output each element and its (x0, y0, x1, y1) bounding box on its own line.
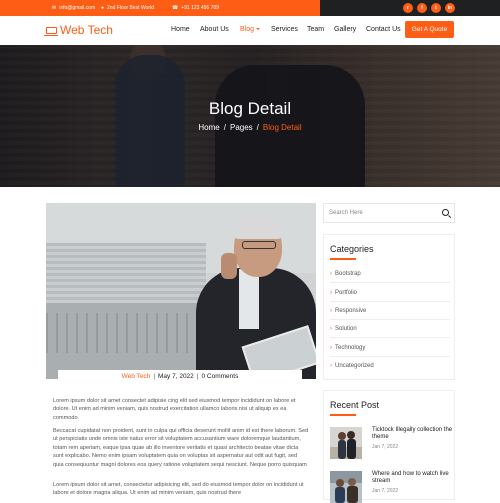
laptop-icon (44, 27, 58, 36)
recent-post-title[interactable]: Where and how to watch live stream (372, 471, 454, 485)
linkedin-icon[interactable]: in (445, 3, 455, 13)
address-text: 2nd Floor Best World (107, 5, 154, 11)
top-bar-address: ● 2nd Floor Best World (101, 0, 154, 16)
facebook-icon[interactable]: f (417, 3, 427, 13)
article-paragraph: Lorem ipsum dolor sit amet, consectetur … (53, 482, 304, 497)
chevron-right-icon: › (330, 326, 332, 332)
page-header-hero: Blog Detail Home / Pages / Blog Detail (0, 45, 500, 187)
recent-post-date: Jan 7, 2022 (372, 488, 399, 494)
get-a-quote-button[interactable]: Get A Quote (405, 21, 454, 38)
category-label: Solution (335, 326, 357, 332)
page-title: Blog Detail (208, 99, 292, 118)
phone-icon: ☎ (172, 5, 179, 11)
breadcrumb-current: Blog Detail (262, 123, 302, 132)
nav-item-gallery[interactable]: Gallery (334, 24, 356, 36)
nav-item-blog-label: Blog (240, 26, 255, 33)
chevron-right-icon: › (330, 290, 332, 296)
couple-photo-icon (330, 427, 362, 459)
category-item-responsive[interactable]: › Responsive (330, 302, 450, 320)
chevron-right-icon: › (330, 271, 332, 277)
team-photo-icon (330, 471, 362, 503)
category-label: Uncategorized (335, 363, 374, 369)
search-icon[interactable] (442, 209, 449, 216)
phone-text: +91 123 456 789 (181, 5, 219, 11)
sidebar-search[interactable]: Search Here (323, 203, 455, 223)
rss-icon[interactable]: r (403, 3, 413, 13)
image-railing (46, 313, 206, 353)
top-bar-email[interactable]: ✉ info@gmail.com (52, 0, 95, 16)
recent-post-date: Jan 7, 2022 (372, 444, 399, 450)
categories-widget: Categories › Bootstrap › Portfolio › Respon… (323, 234, 455, 380)
nav-item-contact-us[interactable]: Contact Us (366, 24, 401, 36)
category-label: Responsive (335, 308, 367, 314)
top-bar-info-panel (0, 0, 320, 16)
image-man-glasses (242, 241, 276, 249)
recent-posts-widget: Recent Post Ticktock Illegally collectio… (323, 390, 455, 503)
nav-item-team[interactable]: Team (307, 24, 324, 36)
breadcrumb-separator: / (256, 123, 259, 132)
categories-title: Categories (330, 244, 374, 254)
category-label: Portfolio (335, 290, 358, 296)
nav-item-blog[interactable]: Blog (240, 24, 261, 36)
article-date: May 7, 2022 (158, 373, 194, 380)
chevron-down-icon (256, 28, 261, 31)
social-links: r f t in (403, 3, 459, 13)
breadcrumb: Home / Pages / Blog Detail (0, 123, 500, 132)
nav-item-home[interactable]: Home (171, 24, 190, 36)
brand-logo[interactable]: Web Tech (44, 22, 113, 38)
chevron-right-icon: › (330, 363, 332, 369)
email-text: info@gmail.com (59, 5, 96, 11)
recent-posts-title: Recent Post (330, 400, 380, 410)
breadcrumb-pages[interactable]: Pages (230, 123, 253, 132)
top-bar-phone[interactable]: ☎ +91 123 456 789 (172, 0, 219, 16)
category-item-solution[interactable]: › Solution (330, 320, 450, 338)
article-comments-count[interactable]: 0 Comments (202, 373, 239, 380)
category-label: Technology (335, 345, 366, 351)
image-man-shirt (239, 269, 259, 329)
category-item-uncategorized[interactable]: › Uncategorized (330, 357, 450, 375)
image-man-hand-phone (221, 253, 237, 279)
location-icon: ● (101, 5, 105, 11)
article-paragraph: Beccacat cupidatat non proident, sunt in… (53, 428, 309, 468)
recent-post-thumbnail[interactable] (330, 427, 362, 459)
category-item-portfolio[interactable]: › Portfolio (330, 284, 450, 302)
twitter-icon[interactable]: t (431, 3, 441, 13)
recent-post-thumbnail[interactable] (330, 471, 362, 503)
article-paragraph: Lorem ipsum dolor sit amet consectet adi… (53, 398, 296, 421)
mail-icon: ✉ (52, 5, 57, 11)
nav-item-services[interactable]: Services (271, 24, 298, 36)
article-featured-image (46, 203, 316, 379)
breadcrumb-separator: / (223, 123, 226, 132)
top-bar: ✉ info@gmail.com ● 2nd Floor Best World ☎ +… (0, 0, 500, 16)
category-item-bootstrap[interactable]: › Bootstrap (330, 265, 450, 283)
meta-separator: | (153, 373, 156, 380)
category-item-technology[interactable]: › Technology (330, 339, 450, 357)
chevron-right-icon: › (330, 345, 332, 351)
article-category[interactable]: Web Tech (122, 373, 151, 380)
recent-post-title[interactable]: Ticktock Illegally collection the theme (372, 427, 454, 441)
brand-name: Web Tech (60, 23, 113, 37)
title-underline (330, 258, 356, 260)
meta-separator: | (196, 373, 199, 380)
title-underline (330, 414, 356, 416)
category-label: Bootstrap (335, 271, 361, 277)
article-meta: Web Tech | May 7, 2022 | 0 Comments (58, 370, 302, 384)
nav-item-about-us[interactable]: About Us (200, 24, 229, 36)
image-man-hair (234, 217, 282, 239)
breadcrumb-home[interactable]: Home (198, 123, 219, 132)
search-input[interactable]: Search Here (329, 204, 363, 222)
chevron-right-icon: › (330, 308, 332, 314)
